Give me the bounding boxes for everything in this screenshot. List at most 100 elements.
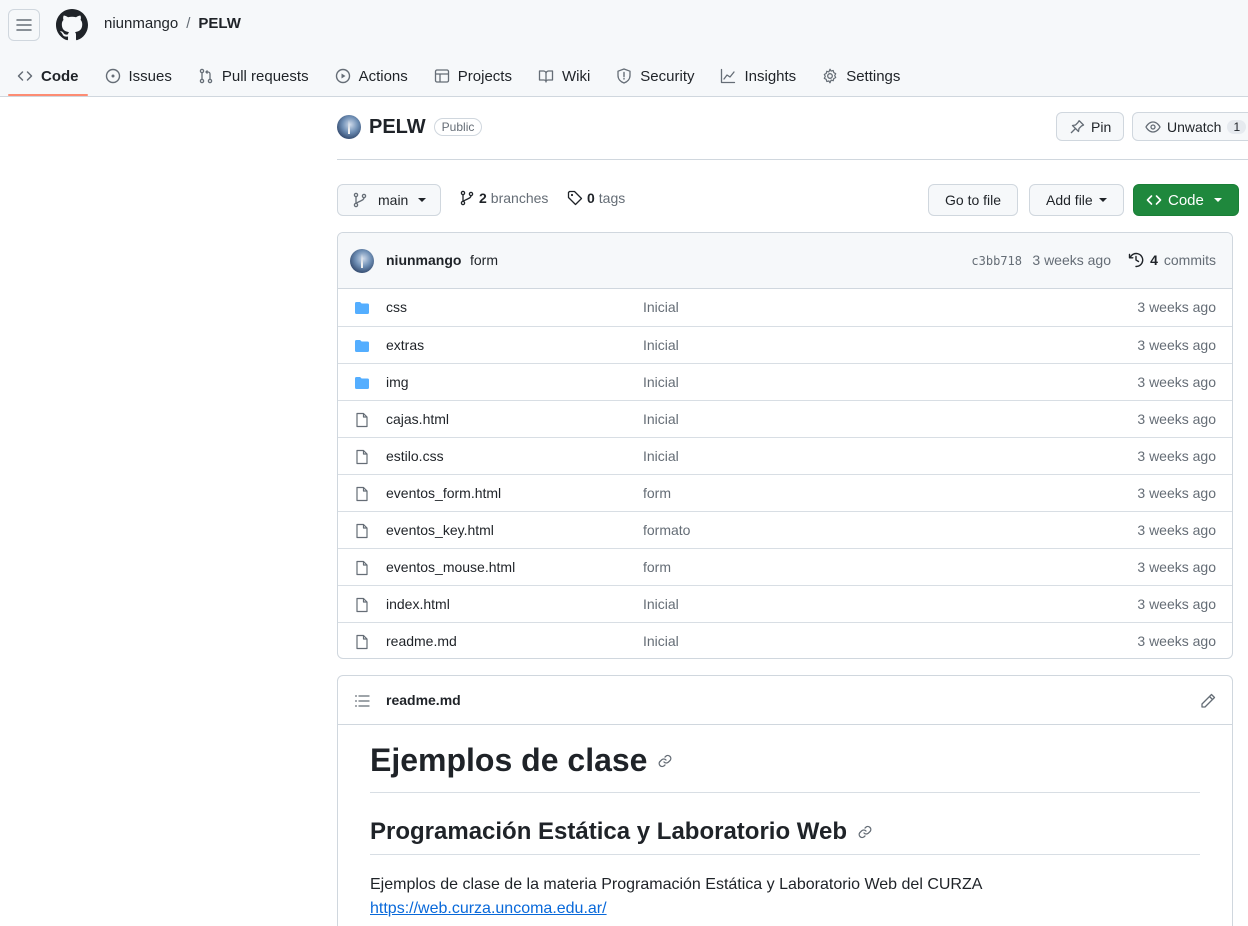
file-name[interactable]: eventos_form.html [386,485,501,501]
file-commit-message[interactable]: Inicial [643,337,679,353]
file-row[interactable]: cajas.html Inicial 3 weeks ago [338,400,1232,437]
folder-icon [355,377,369,389]
tab-label: Projects [457,67,512,85]
tab-issues[interactable]: Issues [96,57,181,95]
file-browser: niunmango form c3bb718 3 weeks ago 4 com… [337,232,1233,659]
pencil-icon[interactable] [1200,693,1216,709]
git-pull-request-icon [199,68,213,84]
tab-wiki[interactable]: Wiki [529,57,599,95]
file-row[interactable]: extras Inicial 3 weeks ago [338,326,1232,363]
tab-projects[interactable]: Projects [425,57,521,95]
list-unordered-icon[interactable] [354,693,370,709]
chevron-down-icon [1213,198,1222,202]
file-commit-message[interactable]: Inicial [643,596,679,612]
breadcrumb-owner[interactable]: niunmango [104,15,178,32]
tags-link[interactable]: 0 tags [567,190,625,206]
menu-button[interactable] [8,9,40,41]
file-icon [356,634,368,650]
github-logo-icon[interactable] [56,9,88,41]
go-to-file-label: Go to file [945,192,1002,208]
breadcrumb: niunmango / PELW [104,15,241,32]
file-name[interactable]: eventos_mouse.html [386,559,515,575]
file-row[interactable]: img Inicial 3 weeks ago [338,363,1232,400]
file-name[interactable]: cajas.html [386,411,449,427]
code-icon [17,71,33,81]
file-name[interactable]: extras [386,337,424,353]
file-commit-message[interactable]: form [643,485,671,501]
link-icon[interactable] [657,753,673,769]
shield-icon [617,68,631,84]
repo-title: PELW Public [337,115,483,139]
file-commit-message[interactable]: formato [643,522,690,538]
file-row[interactable]: readme.md Inicial 3 weeks ago [338,622,1232,658]
file-name[interactable]: index.html [386,596,450,612]
file-age: 3 weeks ago [1137,559,1216,575]
latest-commit-bar: niunmango form c3bb718 3 weeks ago 4 com… [338,233,1232,289]
pin-button[interactable]: Pin [1056,112,1125,141]
play-icon [335,68,350,84]
repo-name[interactable]: PELW [369,116,426,139]
code-button[interactable]: Code [1133,184,1239,216]
breadcrumb-separator: / [186,15,191,32]
book-icon [538,70,554,83]
file-name[interactable]: img [386,374,409,390]
file-commit-message[interactable]: Inicial [643,374,679,390]
tab-label: Code [41,67,79,85]
branches-link[interactable]: 2 branches [459,190,548,206]
file-age: 3 weeks ago [1137,299,1216,315]
file-row[interactable]: eventos_mouse.html form 3 weeks ago [338,548,1232,585]
file-row[interactable]: css Inicial 3 weeks ago [338,289,1232,326]
file-commit-message[interactable]: Inicial [643,299,679,315]
tab-code[interactable]: Code [8,57,88,96]
unwatch-button[interactable]: Unwatch 1 [1132,112,1248,141]
chevron-down-icon [418,198,427,202]
branches-label: branches [490,190,549,206]
code-button-label: Code [1168,191,1204,209]
tab-label: Pull requests [221,67,309,85]
commit-author-avatar[interactable] [350,249,374,273]
file-row[interactable]: index.html Inicial 3 weeks ago [338,585,1232,622]
file-name[interactable]: css [386,299,407,315]
file-commit-message[interactable]: form [643,559,671,575]
tab-pull-requests[interactable]: Pull requests [189,57,318,95]
readme-filename[interactable]: readme.md [386,692,461,708]
file-name[interactable]: estilo.css [386,448,444,464]
watch-count: 1 [1227,119,1247,134]
visibility-badge: Public [433,118,483,136]
file-list: css Inicial 3 weeks ago extras Inicial 3 week… [338,289,1232,658]
commit-sha[interactable]: c3bb718 [971,254,1022,268]
readme-heading-2: Programación Estática y Laboratorio Web [370,818,873,846]
tab-insights[interactable]: Insights [711,57,805,95]
tags-label: tags [598,190,626,206]
file-age: 3 weeks ago [1137,522,1216,538]
file-row[interactable]: eventos_key.html formato 3 weeks ago [338,511,1232,548]
file-name[interactable]: eventos_key.html [386,522,494,538]
file-row[interactable]: estilo.css Inicial 3 weeks ago [338,437,1232,474]
link-icon[interactable] [857,824,873,840]
commit-author[interactable]: niunmango [386,252,461,268]
file-commit-message[interactable]: Inicial [643,448,679,464]
file-icon [356,560,368,576]
tab-actions[interactable]: Actions [326,57,417,95]
go-to-file-button[interactable]: Go to file [928,184,1019,216]
file-commit-message[interactable]: Inicial [643,633,679,649]
commits-link[interactable]: 4 commits [1128,252,1216,268]
branch-select-button[interactable]: main [337,184,442,216]
owner-avatar[interactable] [337,115,361,139]
file-name[interactable]: readme.md [386,633,457,649]
tab-security[interactable]: Security [607,57,703,95]
git-branch-icon [353,192,367,208]
tab-settings[interactable]: Settings [813,57,909,95]
tab-label: Insights [744,67,797,85]
file-row[interactable]: eventos_form.html form 3 weeks ago [338,474,1232,511]
h1-underline [370,792,1200,793]
readme-paragraph-text: Ejemplos de clase de la materia Programa… [370,876,983,893]
commit-message[interactable]: form [470,252,498,268]
readme-link[interactable]: https://web.curza.uncoma.edu.ar/ [370,897,982,921]
eye-icon [1145,120,1161,133]
commits-count: 4 [1150,252,1158,268]
breadcrumb-repo[interactable]: PELW [198,15,241,32]
branch-name: main [378,192,409,208]
file-commit-message[interactable]: Inicial [643,411,679,427]
add-file-button[interactable]: Add file [1029,184,1124,216]
